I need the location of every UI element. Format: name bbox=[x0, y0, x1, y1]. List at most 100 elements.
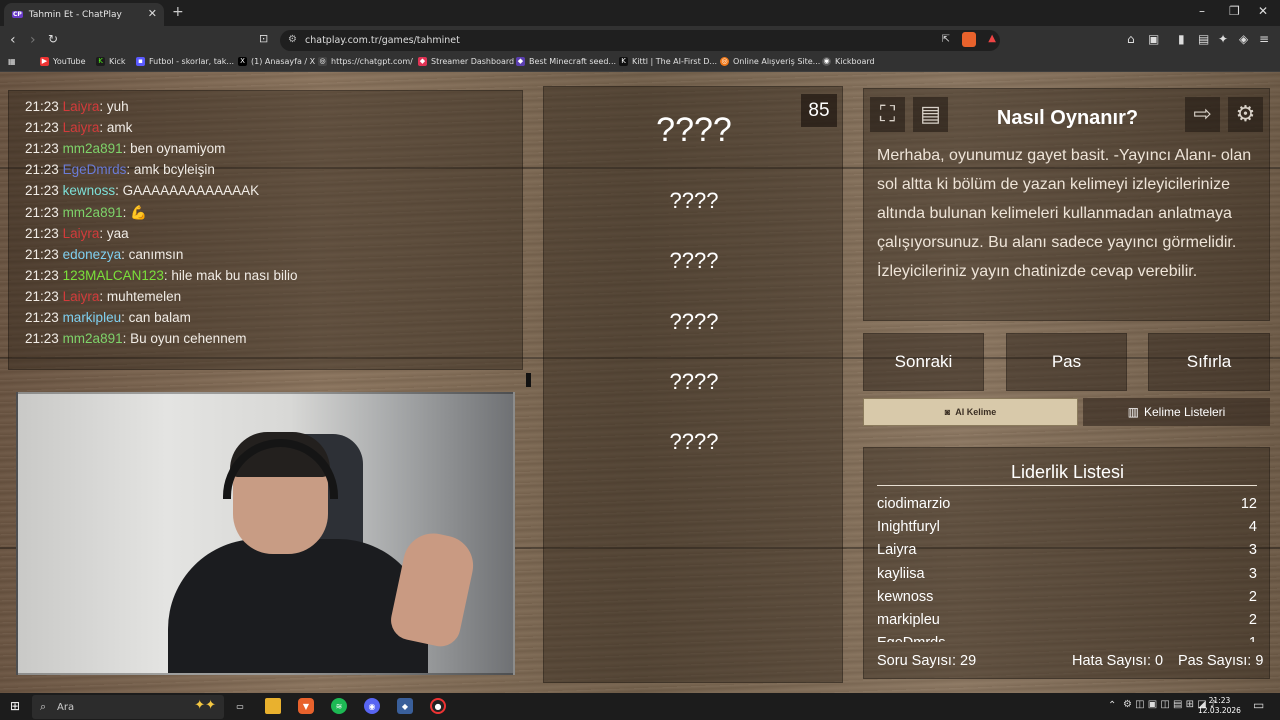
chat-text: canımsın bbox=[128, 246, 184, 262]
taskbar-search[interactable]: ⌕ Ara ✦✦ bbox=[32, 695, 224, 719]
question-count: Soru Sayısı: 29 bbox=[877, 653, 977, 669]
share-icon[interactable]: ⇱ bbox=[942, 34, 950, 45]
chat-message: 21:23 Laiyra: muhtemelen bbox=[25, 289, 181, 304]
bookmark-kickboard[interactable]: ◉ Kickboard bbox=[822, 57, 875, 66]
chat-separator: : bbox=[122, 204, 131, 220]
robot-icon: ◙ bbox=[944, 407, 951, 417]
close-tab-icon[interactable]: ✕ bbox=[148, 7, 157, 20]
brave-rewards-icon[interactable]: ▲ bbox=[988, 33, 996, 44]
chat-username[interactable]: Laiyra bbox=[63, 99, 100, 114]
url-bar[interactable]: ⚙ chatplay.com.tr/games/tahminet ⇱ ▲ bbox=[280, 30, 1000, 51]
chat-message: 21:23 mm2a891: Bu oyun cehennem bbox=[25, 331, 246, 346]
spotify-icon[interactable]: ≋ bbox=[331, 698, 347, 714]
chat-username[interactable]: mm2a891 bbox=[63, 205, 123, 220]
chat-username[interactable]: Laiyra bbox=[63, 289, 100, 304]
forbidden-word: ???? bbox=[669, 188, 719, 213]
settings-gear-icon[interactable]: ⚙ bbox=[1228, 97, 1263, 132]
chat-message: 21:23 markipleu: can balam bbox=[25, 310, 191, 325]
leaderboard-divider bbox=[877, 485, 1257, 486]
app-icon[interactable]: ◆ bbox=[397, 698, 413, 714]
chat-username[interactable]: mm2a891 bbox=[63, 141, 123, 156]
reset-button[interactable]: Sıfırla bbox=[1148, 333, 1270, 391]
chat-separator: : bbox=[99, 225, 107, 241]
wallet-icon[interactable]: ▤ bbox=[1198, 32, 1209, 46]
bookmark-kick[interactable]: K Kick bbox=[96, 57, 126, 66]
discord-icon[interactable]: ◉ bbox=[364, 698, 380, 714]
youtube-icon: ▶ bbox=[40, 57, 49, 66]
chat-time: 21:23 bbox=[25, 120, 59, 136]
logout-icon[interactable]: ⇨ bbox=[1185, 97, 1220, 132]
leaderboard-list[interactable]: ciodimarzio 12 Inightfuryl 4 Laiyra 3 kayliisa… bbox=[864, 492, 1271, 642]
clipboard-icon: ▥ bbox=[1127, 405, 1139, 419]
word-lists-button[interactable]: ▥ Kelime Listeleri bbox=[1083, 398, 1270, 426]
task-view-icon[interactable]: ▭ bbox=[232, 698, 248, 714]
back-icon[interactable]: ‹ bbox=[10, 32, 16, 48]
chat-time: 21:23 bbox=[25, 99, 59, 114]
shop-icon: ◎ bbox=[720, 57, 729, 66]
next-button[interactable]: Sonraki bbox=[863, 333, 984, 391]
new-tab-icon[interactable]: + bbox=[172, 4, 184, 20]
chat-username[interactable]: edonezya bbox=[63, 247, 122, 262]
kittl-icon: K bbox=[619, 57, 628, 66]
pass-button[interactable]: Pas bbox=[1006, 333, 1127, 391]
brave-icon[interactable]: ▼ bbox=[298, 698, 314, 714]
chat-scrollbar[interactable] bbox=[526, 373, 531, 387]
bookmark-youtube[interactable]: ▶ YouTube bbox=[40, 57, 86, 66]
restore-icon[interactable]: ❐ bbox=[1229, 4, 1240, 18]
minimize-icon[interactable]: – bbox=[1199, 4, 1205, 18]
chat-username[interactable]: 123MALCAN123 bbox=[63, 268, 164, 283]
chat-time: 21:23 bbox=[25, 331, 59, 347]
bookmark-minecraft[interactable]: ◆ Best Minecraft seed... bbox=[516, 57, 616, 66]
leaderboard-name: kayliisa bbox=[877, 565, 925, 582]
search-icon: ⌕ bbox=[40, 700, 47, 713]
chat-message: 21:23 Laiyra: yuh bbox=[25, 99, 129, 114]
bookmark-online-alisveris[interactable]: ◎ Online Alışveriş Site... bbox=[720, 57, 820, 66]
forward-icon[interactable]: › bbox=[30, 32, 36, 48]
notification-icon[interactable]: ▭ bbox=[1253, 698, 1264, 712]
file-explorer-icon[interactable] bbox=[265, 698, 281, 714]
leaderboard-row: markipleu 2 bbox=[877, 612, 1257, 628]
apps-icon[interactable]: ▦ bbox=[8, 57, 16, 66]
leaderboard-score: 3 bbox=[1248, 565, 1257, 582]
bookmark-futbol[interactable]: ▪ Futbol - skorlar, tak... bbox=[136, 57, 234, 66]
tab-manager-icon[interactable]: ▣ bbox=[1148, 32, 1159, 46]
leaderboard-row: kewnoss 2 bbox=[877, 589, 1257, 605]
chat-username[interactable]: markipleu bbox=[63, 310, 122, 325]
sidebar-icon[interactable]: ▮ bbox=[1178, 32, 1185, 46]
brave-shield-icon[interactable] bbox=[962, 32, 976, 47]
bookmark-x[interactable]: X (1) Anasayfa / X bbox=[238, 57, 315, 66]
main-word: ???? bbox=[656, 111, 732, 149]
chat-message: 21:23 kewnoss: GAAAAAAAAAAAAAK bbox=[25, 183, 259, 198]
bookmark-kittl[interactable]: K Kittl | The AI-First D... bbox=[619, 57, 717, 66]
bookmark-icon[interactable]: ⊡ bbox=[259, 32, 268, 45]
menu-icon[interactable]: ≡ bbox=[1259, 32, 1269, 46]
taskbar-clock[interactable]: 21:23 12.03.2026 bbox=[1198, 696, 1241, 716]
leo-ai-icon[interactable]: ✦ bbox=[1218, 32, 1228, 46]
clock-time: 21:23 bbox=[1208, 696, 1231, 705]
bookmark-chatgpt[interactable]: ◎ https://chatgpt.com/ bbox=[318, 57, 413, 66]
chat-username[interactable]: Laiyra bbox=[63, 226, 100, 241]
chat-time: 21:23 bbox=[25, 225, 59, 241]
windows-start-icon[interactable]: ⊞ bbox=[10, 699, 20, 713]
ai-word-button[interactable]: ◙ AI Kelime bbox=[863, 398, 1078, 426]
bookmark-streamer-dashboard[interactable]: ◆ Streamer Dashboard bbox=[418, 57, 514, 66]
chat-text: muhtemelen bbox=[106, 288, 182, 304]
extensions-icon[interactable]: ⌂ bbox=[1127, 32, 1135, 46]
leaderboard-score: 1 bbox=[1249, 635, 1257, 642]
chat-username[interactable]: Laiyra bbox=[63, 120, 100, 135]
chat-username[interactable]: mm2a891 bbox=[63, 331, 123, 346]
chat-text: Bu oyun cehennem bbox=[130, 331, 247, 347]
browser-tab[interactable]: CP Tahmin Et - ChatPlay ✕ bbox=[4, 3, 164, 26]
tray-chevron-icon[interactable]: ⌃ bbox=[1108, 700, 1116, 711]
obs-icon[interactable]: ● bbox=[430, 698, 446, 714]
leaderboard-row: Inightfuryl 4 bbox=[877, 519, 1257, 535]
how-to-play-text: Merhaba, oyunumuz gayet basit. -Yayıncı … bbox=[877, 147, 1252, 280]
reload-icon[interactable]: ↻ bbox=[48, 32, 58, 46]
window-close-icon[interactable]: ✕ bbox=[1258, 4, 1268, 18]
chat-text: hile mak bu nası bilio bbox=[171, 267, 298, 283]
chat-username[interactable]: EgeDmrds bbox=[63, 162, 127, 177]
vpn-icon[interactable]: ◈ bbox=[1239, 32, 1248, 46]
chat-text: yaa bbox=[106, 225, 129, 241]
site-info-icon[interactable]: ⚙ bbox=[288, 34, 297, 45]
chat-username[interactable]: kewnoss bbox=[63, 183, 116, 198]
